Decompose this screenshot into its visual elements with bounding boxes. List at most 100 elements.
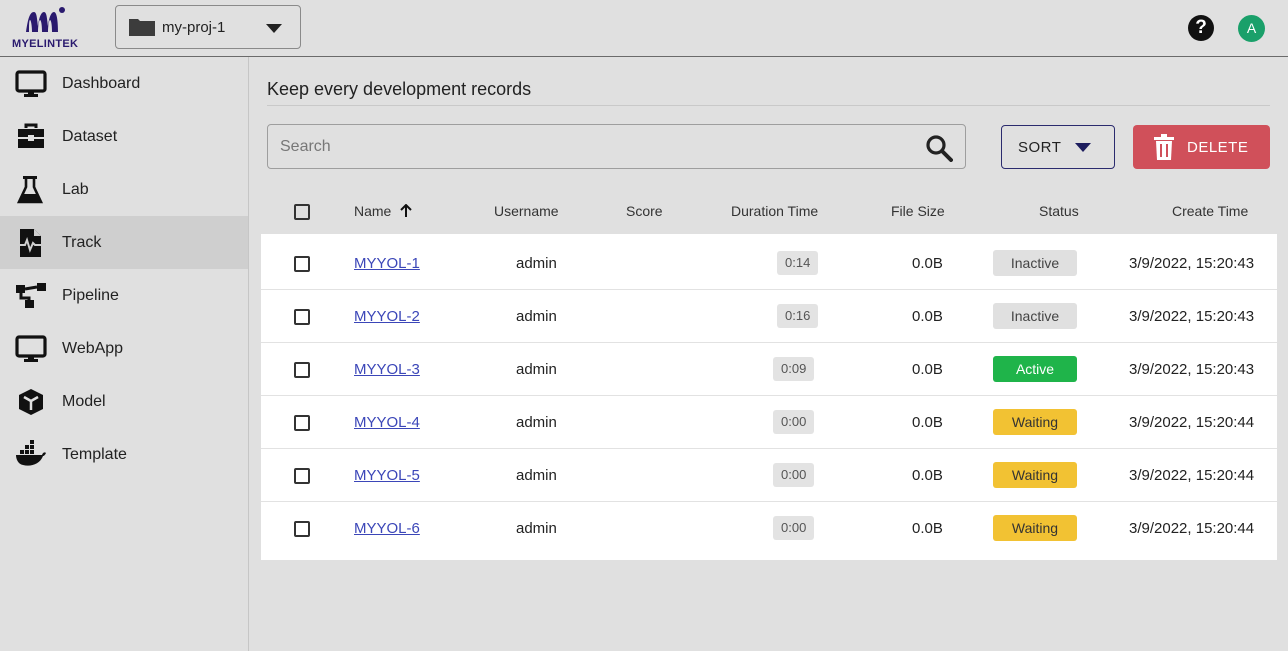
top-bar: MYELINTEK my-proj-1 ? A — [0, 0, 1288, 57]
sidebar: Dashboard Dataset Lab Track Pipeline Web… — [0, 57, 249, 651]
file-size-cell: 0.0B — [912, 308, 943, 325]
column-header-score[interactable]: Score — [626, 203, 663, 219]
sidebar-item-label: Model — [62, 392, 106, 410]
row-checkbox[interactable] — [294, 256, 310, 272]
table-row[interactable]: MYYOL-6 admin 0:00 0.0B Waiting 3/9/2022… — [261, 502, 1277, 555]
monitor-icon — [15, 69, 47, 99]
create-time-cell: 3/9/2022, 15:20:44 — [1129, 520, 1255, 537]
search-icon[interactable] — [925, 134, 953, 162]
project-select[interactable]: my-proj-1 — [115, 5, 301, 49]
sidebar-item-label: Lab — [62, 180, 89, 198]
help-icon[interactable]: ? — [1188, 15, 1214, 41]
username-cell: admin — [516, 414, 557, 431]
record-name-link[interactable]: MYYOL-1 — [354, 255, 420, 272]
record-name-link[interactable]: MYYOL-3 — [354, 361, 420, 378]
username-cell: admin — [516, 361, 557, 378]
avatar[interactable]: A — [1238, 15, 1265, 42]
sidebar-item-label: Dashboard — [62, 74, 141, 92]
search-input[interactable] — [280, 125, 900, 168]
sort-ascending-icon — [400, 203, 412, 217]
logo-text: MYELINTEK — [12, 38, 79, 50]
caret-down-icon — [1075, 142, 1092, 152]
logo-mark-icon — [26, 7, 65, 32]
folder-icon — [129, 19, 155, 36]
create-time-cell: 3/9/2022, 15:20:44 — [1129, 467, 1255, 484]
status-badge: Waiting — [993, 409, 1077, 435]
sidebar-item-lab[interactable]: Lab — [0, 163, 248, 216]
column-header-create-time[interactable]: Create Time — [1172, 203, 1248, 219]
file-size-cell: 0.0B — [912, 255, 943, 272]
sidebar-item-dataset[interactable]: Dataset — [0, 110, 248, 163]
delete-label: DELETE — [1187, 138, 1249, 156]
column-header-label: Name — [354, 203, 392, 219]
row-checkbox[interactable] — [294, 521, 310, 537]
sidebar-item-model[interactable]: Model — [0, 375, 248, 428]
monitor-icon — [15, 334, 47, 364]
column-header-name[interactable]: Name — [354, 203, 413, 219]
column-header-duration[interactable]: Duration Time — [731, 203, 818, 219]
project-name: my-proj-1 — [162, 18, 226, 36]
column-header-status[interactable]: Status — [1039, 203, 1079, 219]
track-file-icon — [15, 228, 47, 258]
search-box — [267, 124, 966, 169]
table-row[interactable]: MYYOL-2 admin 0:16 0.0B Inactive 3/9/202… — [261, 290, 1277, 343]
sidebar-item-label: WebApp — [62, 339, 124, 357]
file-size-cell: 0.0B — [912, 414, 943, 431]
row-checkbox[interactable] — [294, 468, 310, 484]
row-checkbox[interactable] — [294, 415, 310, 431]
file-size-cell: 0.0B — [912, 467, 943, 484]
duration-chip: 0:00 — [773, 463, 815, 487]
table-row[interactable]: MYYOL-5 admin 0:00 0.0B Waiting 3/9/2022… — [261, 449, 1277, 502]
sidebar-item-webapp[interactable]: WebApp — [0, 322, 248, 375]
username-cell: admin — [516, 467, 557, 484]
row-checkbox[interactable] — [294, 362, 310, 378]
page-title: Keep every development records — [267, 79, 532, 99]
record-name-link[interactable]: MYYOL-6 — [354, 520, 420, 537]
table-row[interactable]: MYYOL-4 admin 0:00 0.0B Waiting 3/9/2022… — [261, 396, 1277, 449]
create-time-cell: 3/9/2022, 15:20:44 — [1129, 414, 1255, 431]
sidebar-item-label: Pipeline — [62, 286, 119, 304]
myelintek-logo[interactable]: MYELINTEK — [10, 4, 82, 54]
duration-chip: 0:14 — [777, 251, 819, 275]
row-checkbox[interactable] — [294, 309, 310, 325]
create-time-cell: 3/9/2022, 15:20:43 — [1129, 308, 1255, 325]
create-time-cell: 3/9/2022, 15:20:43 — [1129, 255, 1255, 272]
table-header: Name Username Score Duration Time File S… — [261, 187, 1276, 234]
docker-whale-icon — [15, 439, 47, 470]
create-time-cell: 3/9/2022, 15:20:43 — [1129, 361, 1255, 378]
sidebar-item-dashboard[interactable]: Dashboard — [0, 57, 248, 110]
username-cell: admin — [516, 308, 557, 325]
toolbox-icon — [15, 122, 47, 152]
record-name-link[interactable]: MYYOL-5 — [354, 467, 420, 484]
file-size-cell: 0.0B — [912, 361, 943, 378]
username-cell: admin — [516, 255, 557, 272]
sidebar-item-pipeline[interactable]: Pipeline — [0, 269, 248, 322]
file-size-cell: 0.0B — [912, 520, 943, 537]
duration-chip: 0:09 — [773, 357, 815, 381]
table-row[interactable]: MYYOL-1 admin 0:14 0.0B Inactive 3/9/202… — [261, 237, 1277, 290]
record-name-link[interactable]: MYYOL-4 — [354, 414, 420, 431]
trash-icon — [1154, 134, 1174, 160]
column-header-file-size[interactable]: File Size — [891, 203, 945, 219]
sidebar-item-label: Template — [62, 445, 127, 463]
sort-button[interactable]: SORT — [1001, 125, 1115, 169]
column-header-username[interactable]: Username — [494, 203, 559, 219]
select-all-checkbox[interactable] — [294, 204, 310, 220]
table-row[interactable]: MYYOL-3 admin 0:09 0.0B Active 3/9/2022,… — [261, 343, 1277, 396]
sidebar-item-label: Track — [62, 233, 102, 251]
status-badge: Waiting — [993, 515, 1077, 541]
duration-chip: 0:16 — [777, 304, 819, 328]
status-badge: Active — [993, 356, 1077, 382]
divider — [267, 105, 1270, 106]
username-cell: admin — [516, 520, 557, 537]
sidebar-item-track[interactable]: Track — [0, 216, 248, 269]
status-badge: Inactive — [993, 250, 1077, 276]
chevron-down-icon — [266, 24, 282, 33]
main-content: Keep every development records SORT DELE… — [249, 57, 1288, 651]
delete-button[interactable]: DELETE — [1133, 125, 1270, 169]
record-name-link[interactable]: MYYOL-2 — [354, 308, 420, 325]
sidebar-item-template[interactable]: Template — [0, 428, 248, 481]
sort-label: SORT — [1018, 138, 1062, 156]
table-body: MYYOL-1 admin 0:14 0.0B Inactive 3/9/202… — [261, 234, 1277, 560]
status-badge: Waiting — [993, 462, 1077, 488]
